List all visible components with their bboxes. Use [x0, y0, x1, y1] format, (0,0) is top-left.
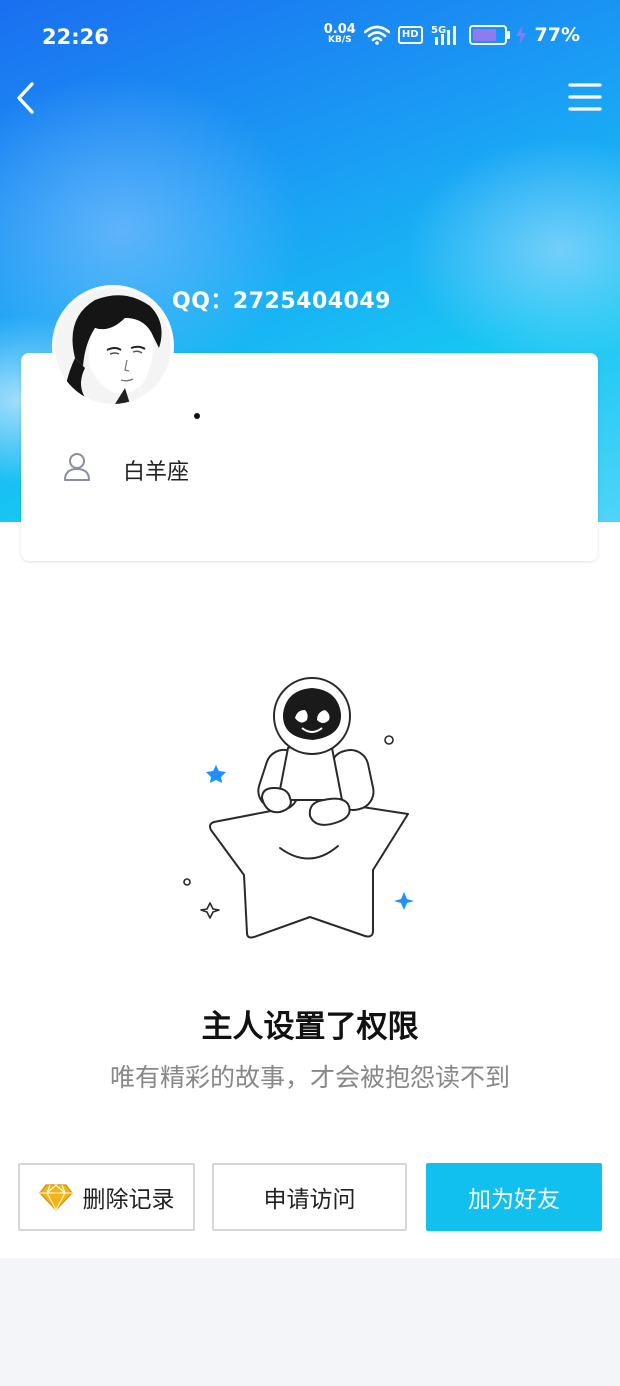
request-access-button[interactable]: 申请访问 — [212, 1163, 407, 1231]
add-friend-button[interactable]: 加为好友 — [426, 1163, 602, 1231]
diamond-icon — [38, 1184, 73, 1211]
status-time: 22:26 — [42, 25, 109, 49]
permission-subtitle: 唯有精彩的故事，才会被抱怨读不到 — [109, 1063, 510, 1092]
network-speed: 0.04 KB/S — [323, 22, 356, 46]
menu-button[interactable] — [568, 82, 602, 112]
wifi-icon — [363, 25, 390, 45]
permission-title: 主人设置了权限 — [201, 1009, 419, 1045]
signature-text: 白羊座 — [123, 460, 190, 485]
delete-record-label: 删除记录 — [82, 1187, 175, 1213]
add-friend-label: 加为好友 — [468, 1187, 560, 1213]
back-button[interactable] — [12, 80, 44, 116]
network-speed-value: 0.04 — [323, 22, 356, 37]
person-icon — [64, 453, 90, 481]
chevron-left-icon — [17, 82, 34, 114]
battery-percent: 77% — [534, 24, 580, 46]
charging-icon — [515, 25, 526, 45]
hamburger-menu-icon — [568, 83, 602, 111]
delete-record-button[interactable]: 删除记录 — [18, 1163, 195, 1231]
status-bar: 22:26 0.04 KB/S HD 5G 77% — [0, 0, 620, 76]
avatar[interactable] — [55, 288, 171, 404]
qq-number: QQ：2725404049 — [172, 289, 391, 314]
battery-fill — [472, 29, 496, 41]
signal-icon: 5G — [431, 25, 456, 45]
network-speed-unit: KB/S — [328, 35, 352, 45]
request-access-label: 申请访问 — [263, 1187, 356, 1213]
status-indicators: 0.04 KB/S HD 5G 77% — [323, 22, 580, 46]
battery-icon — [468, 25, 510, 45]
nickname — [194, 413, 200, 419]
astronaut-star-illustration — [183, 677, 414, 939]
hd-badge: HD — [397, 26, 423, 44]
avatar-image — [55, 288, 171, 404]
